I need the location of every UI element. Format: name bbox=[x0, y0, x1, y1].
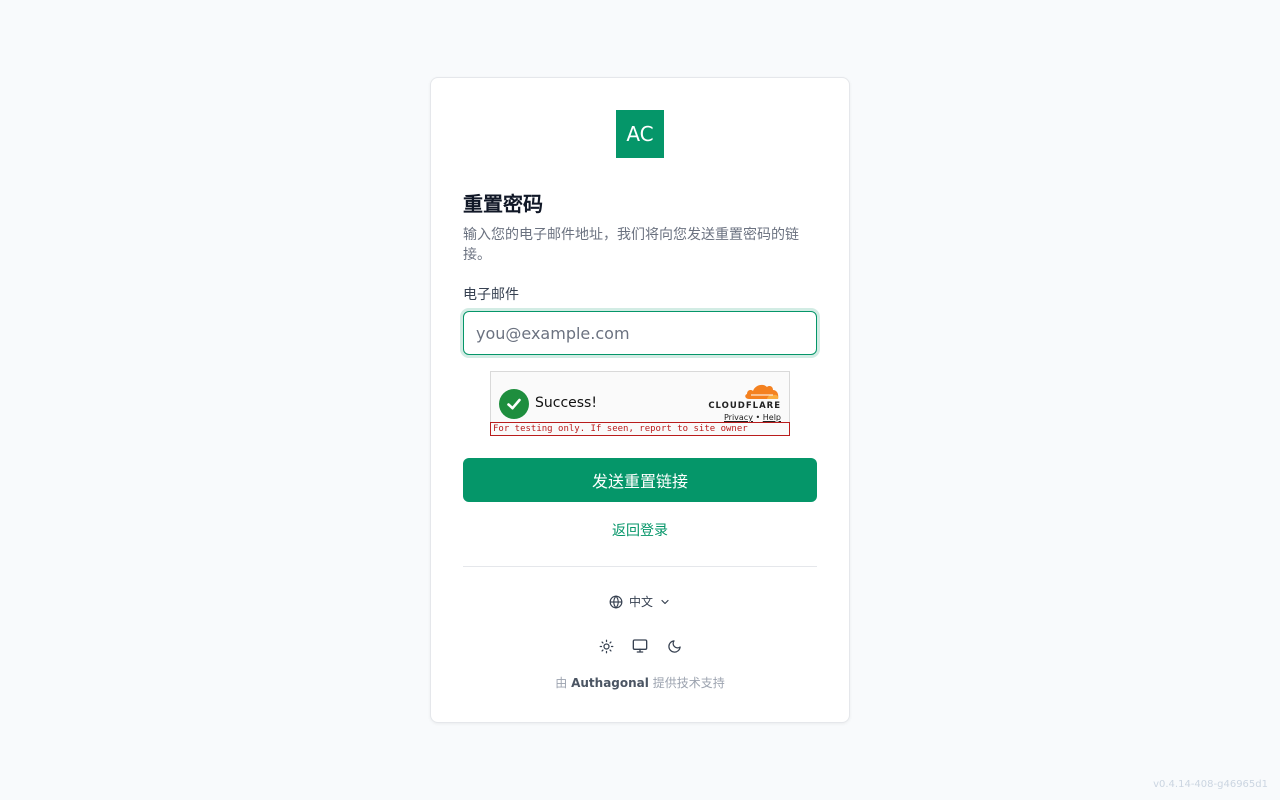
powered-brand: Authagonal bbox=[571, 676, 649, 690]
email-label: 电子邮件 bbox=[463, 287, 519, 303]
cloudflare-cloud-icon bbox=[745, 384, 779, 399]
light-theme-button[interactable] bbox=[598, 638, 614, 654]
monitor-icon bbox=[632, 639, 648, 653]
turnstile-test-warning: For testing only. If seen, report to sit… bbox=[490, 422, 790, 436]
privacy-link[interactable]: Privacy bbox=[724, 413, 753, 422]
back-to-login-link[interactable]: 返回登录 bbox=[463, 522, 817, 540]
page-title: 重置密码 bbox=[463, 192, 543, 216]
globe-icon bbox=[609, 594, 623, 609]
system-theme-button[interactable] bbox=[632, 638, 648, 654]
divider bbox=[463, 566, 817, 567]
powered-suffix: 提供技术支持 bbox=[652, 676, 725, 690]
success-check-icon bbox=[499, 389, 529, 419]
powered-prefix: 由 bbox=[555, 676, 568, 690]
reset-password-card: AC 重置密码 输入您的电子邮件地址，我们将向您发送重置密码的链接。 电子邮件 … bbox=[430, 77, 850, 723]
send-reset-link-button[interactable]: 发送重置链接 bbox=[463, 458, 817, 502]
language-label: 中文 bbox=[628, 595, 653, 609]
turnstile-widget[interactable]: Success! CLOUDFLARE Privacy • Help For t… bbox=[490, 371, 790, 436]
cloudflare-brand: CLOUDFLARE Privacy • Help bbox=[705, 382, 781, 423]
cloudflare-wordmark: CLOUDFLARE bbox=[708, 401, 781, 411]
powered-by: 由 Authagonal 提供技术支持 bbox=[463, 674, 817, 691]
chevron-down-icon bbox=[661, 599, 669, 604]
language-selector[interactable]: 中文 bbox=[463, 593, 817, 610]
help-link[interactable]: Help bbox=[763, 413, 781, 422]
theme-switcher bbox=[463, 638, 817, 654]
version-label: v0.4.14-408-g46965d1 bbox=[1153, 779, 1268, 790]
link-separator: • bbox=[755, 413, 761, 422]
moon-icon bbox=[667, 639, 681, 653]
page-subtitle: 输入您的电子邮件地址，我们将向您发送重置密码的链接。 bbox=[463, 227, 799, 263]
logo-text: AC bbox=[626, 122, 654, 146]
sun-icon bbox=[599, 639, 613, 653]
dark-theme-button[interactable] bbox=[666, 638, 682, 654]
turnstile-status: Success! bbox=[535, 395, 597, 411]
app-logo: AC bbox=[616, 110, 664, 158]
email-input[interactable] bbox=[463, 311, 817, 355]
